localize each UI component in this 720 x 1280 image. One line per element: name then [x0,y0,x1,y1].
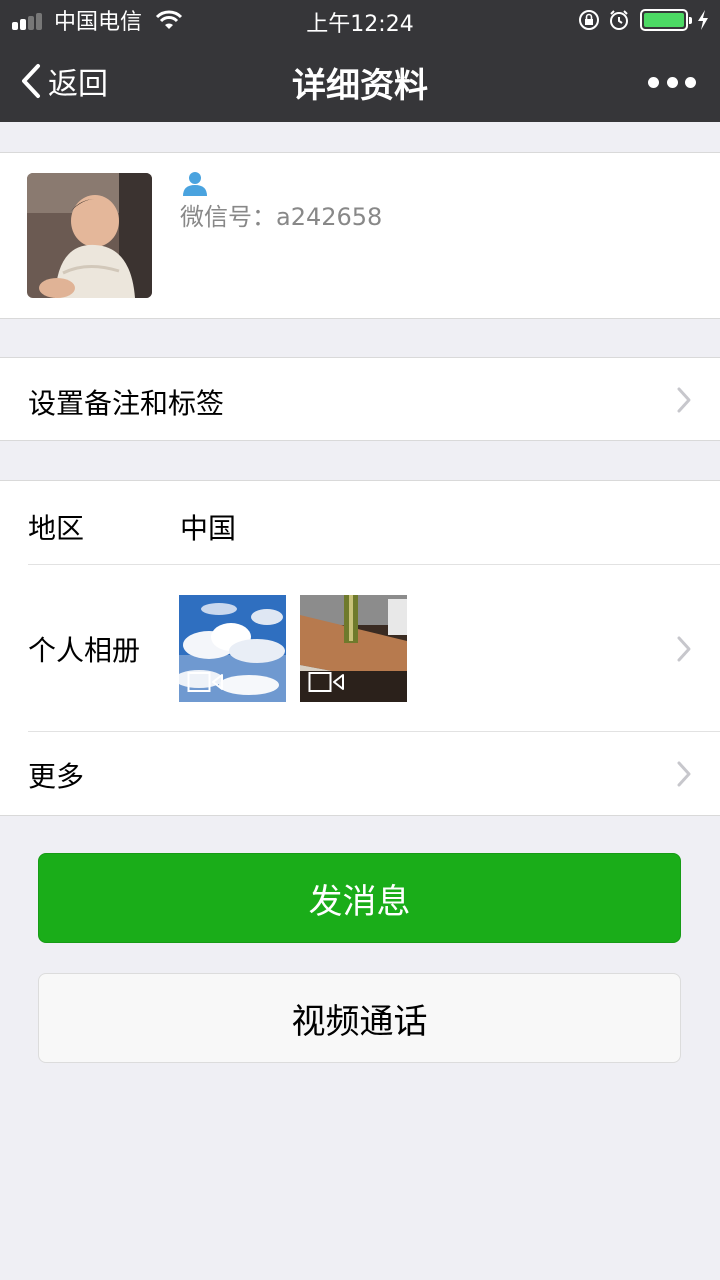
orientation-lock-icon [579,10,599,30]
personal-album-row[interactable]: 个人相册 [0,565,720,731]
navigation-bar: 返回 详细资料 [0,40,720,122]
battery-icon [640,9,692,31]
dot-icon [685,76,696,88]
avatar-photo [27,173,152,298]
send-message-button[interactable]: 发消息 [38,853,681,943]
region-value: 中国 [180,512,237,545]
dot-icon [648,76,659,88]
album-thumbnail [179,595,286,702]
info-card: 地区 中国 个人相册 更多 [0,480,720,816]
more-label: 更多 [28,760,85,793]
header: 中国电信 上午12:24 返回 详细资料 [0,0,720,122]
remark-label: 设置备注和标签 [28,387,225,420]
profile-card: 微信号：a242658 [0,152,720,319]
chevron-right-icon [677,387,691,413]
avatar[interactable] [27,173,152,298]
chevron-right-icon [677,761,691,787]
page-title: 详细资料 [292,66,428,106]
status-bar: 中国电信 上午12:24 [0,0,720,40]
person-icon [183,172,207,196]
more-row[interactable]: 更多 [0,731,720,817]
status-right [570,6,710,34]
remark-and-tags-row[interactable]: 设置备注和标签 [0,357,720,441]
charging-icon [698,10,708,30]
video-icon [308,672,344,692]
wechat-id: 微信号：a242658 [180,203,383,231]
more-options-button[interactable] [648,64,696,100]
video-icon [187,672,223,692]
dot-icon [666,76,678,88]
region-row: 地区 中国 [0,481,720,565]
chevron-right-icon [677,636,691,662]
alarm-icon [610,10,628,30]
album-thumbnail [300,595,407,702]
album-label: 个人相册 [28,634,141,667]
region-label: 地区 [28,512,85,545]
video-call-button[interactable]: 视频通话 [38,973,681,1063]
